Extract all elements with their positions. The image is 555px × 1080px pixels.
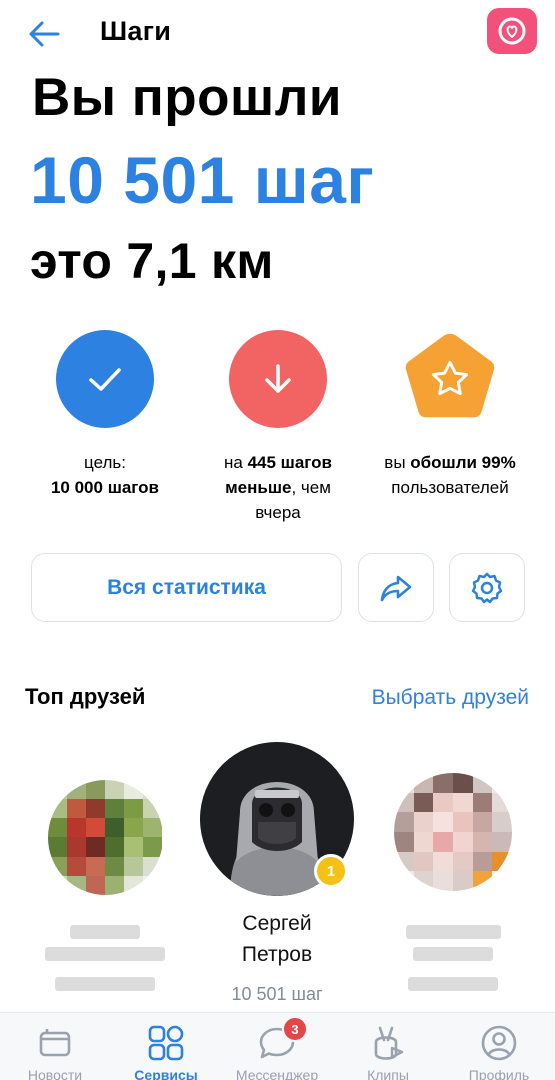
services-icon (146, 1023, 186, 1063)
friend-card[interactable] (388, 773, 518, 999)
news-icon (35, 1023, 75, 1063)
avatar (47, 780, 163, 895)
blurred-steps (408, 977, 498, 991)
pentagon-star-icon (405, 333, 495, 418)
hero-text: Вы прошли (32, 68, 342, 127)
profile-icon (479, 1023, 519, 1063)
goal-badge (56, 330, 154, 428)
tab-bar: Новости Сервисы Мессенджер Клипы Профиль (0, 1012, 555, 1080)
blurred-name (405, 925, 501, 939)
choose-friends-link[interactable]: Выбрать друзей (372, 686, 529, 710)
rank-badge: 1 (314, 854, 348, 888)
stat-goal-text: цель: 10 000 шагов (50, 453, 160, 497)
tab-news[interactable]: Новости (0, 1013, 110, 1080)
check-icon (89, 368, 121, 391)
stat-rank: вы обошли 99% пользователей (360, 330, 540, 500)
avatar: 1 (200, 742, 354, 896)
friend-card[interactable]: 1 Сергей Петров 10 501 шаг (187, 742, 367, 1006)
stat-rank-text: вы обошли 99% пользователей (384, 453, 516, 497)
app-menu-button[interactable] (487, 8, 537, 54)
settings-button[interactable] (449, 553, 525, 622)
share-button[interactable] (358, 553, 434, 622)
steps-count: 10 501 шаг (30, 143, 375, 217)
page-title: Шаги (100, 16, 172, 46)
friend-card[interactable] (40, 780, 170, 999)
clips-icon (368, 1023, 408, 1063)
stat-compare-text: на 445 шагов меньше, чем вчера (224, 453, 332, 522)
blurred-name (70, 925, 140, 939)
arrow-left-icon (29, 21, 60, 47)
distance-text: это 7,1 км (30, 233, 274, 289)
arrow-down-icon (265, 364, 291, 393)
share-icon (380, 575, 412, 601)
heart-ring-icon (498, 17, 526, 45)
gear-icon (471, 572, 503, 603)
tab-profile[interactable]: Профиль (444, 1013, 554, 1080)
stat-goal: цель: 10 000 шагов (15, 330, 195, 500)
blurred-steps (55, 977, 155, 991)
blurred-surname (45, 947, 165, 961)
blurred-surname (413, 947, 493, 961)
tab-clips[interactable]: Клипы (333, 1013, 443, 1080)
rank-badge (401, 330, 499, 428)
tab-messenger[interactable]: Мессенджер (222, 1013, 332, 1080)
all-stats-button[interactable]: Вся статистика (31, 553, 342, 622)
friend-steps: 10 501 шаг (231, 984, 323, 1004)
messenger-badge: 3 (282, 1016, 308, 1042)
friend-name: Сергей Петров (241, 912, 313, 966)
section-title: Топ друзей (25, 684, 146, 709)
avatar (394, 773, 512, 891)
stat-compare: на 445 шагов меньше, чем вчера (188, 330, 368, 525)
compare-badge (229, 330, 327, 428)
tab-services[interactable]: Сервисы (111, 1013, 221, 1080)
top-bar: Шаги (0, 0, 555, 66)
back-button[interactable] (26, 16, 62, 52)
